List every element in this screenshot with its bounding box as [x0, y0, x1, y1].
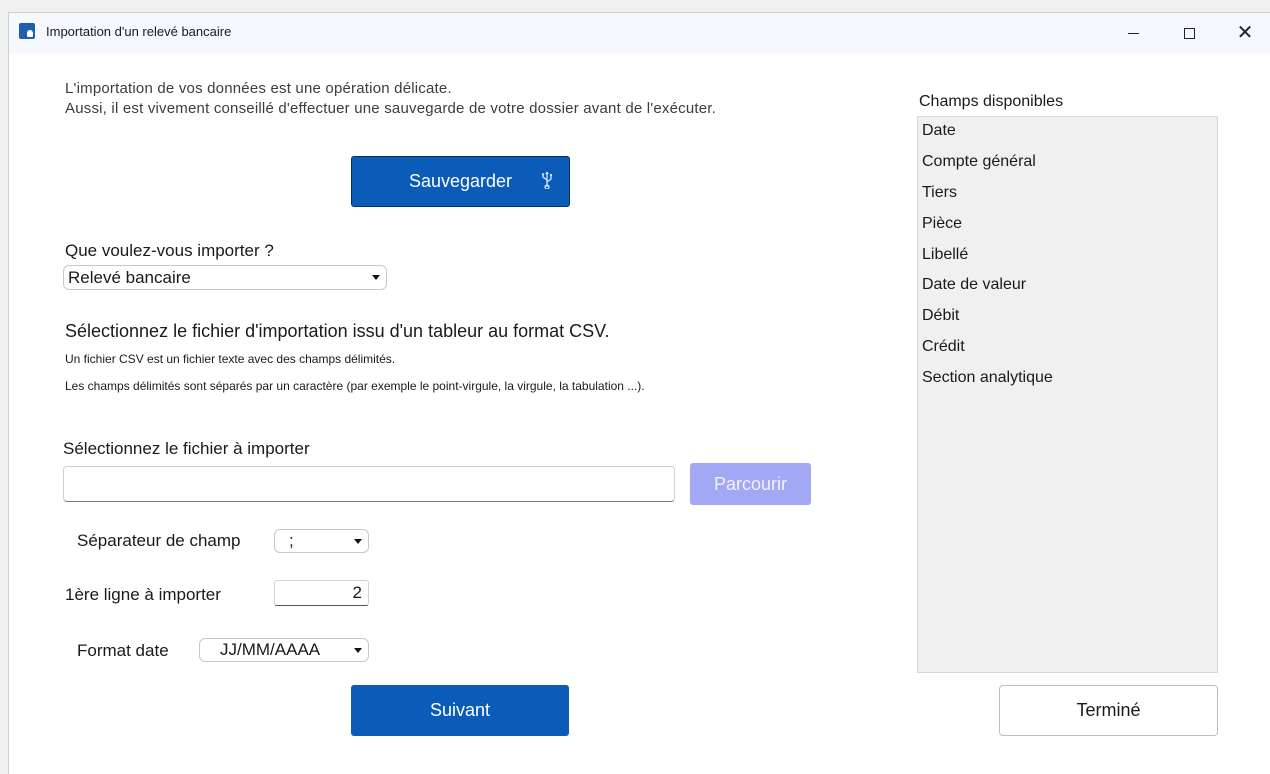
- first-line-label: 1ère ligne à importer: [65, 585, 221, 604]
- list-item[interactable]: Débit: [922, 307, 959, 325]
- save-button[interactable]: Sauvegarder: [351, 156, 570, 207]
- minimize-icon: [1127, 32, 1139, 34]
- list-item[interactable]: Date: [922, 122, 956, 140]
- import-type-select[interactable]: Relevé bancaire: [63, 265, 387, 290]
- list-item[interactable]: Section analytique: [922, 369, 1053, 387]
- minimize-button[interactable]: [1103, 13, 1163, 53]
- close-icon: ✕: [1236, 22, 1254, 44]
- list-item[interactable]: Compte général: [922, 153, 1036, 171]
- separator-select[interactable]: ;: [274, 529, 369, 553]
- date-format-value: JJ/MM/AAAA: [220, 640, 321, 659]
- available-fields-title: Champs disponibles: [919, 93, 1064, 110]
- maximize-button[interactable]: [1159, 13, 1219, 53]
- usb-icon: [541, 171, 553, 194]
- import-type-value: Relevé bancaire: [68, 267, 191, 287]
- file-label: Sélectionnez le fichier à importer: [63, 439, 310, 458]
- csv-note-1: Un fichier CSV est un fichier texte avec…: [65, 352, 396, 366]
- list-item[interactable]: Crédit: [922, 338, 965, 356]
- done-button[interactable]: Terminé: [999, 685, 1218, 736]
- bank-app-icon: [19, 23, 35, 39]
- next-button[interactable]: Suivant: [351, 685, 569, 736]
- file-path-input[interactable]: [63, 466, 675, 502]
- chevron-down-icon: [354, 648, 362, 653]
- available-fields-list[interactable]: Date Compte général Tiers Pièce Libellé …: [917, 116, 1218, 673]
- save-button-label: Sauvegarder: [408, 171, 513, 191]
- intro-text: L'importation de vos données est une opé…: [65, 79, 716, 119]
- maximize-icon: [1183, 27, 1195, 39]
- date-format-label: Format date: [77, 641, 169, 660]
- window-title: Importation d'un relevé bancaire: [46, 24, 232, 39]
- browse-button[interactable]: Parcourir: [690, 463, 811, 505]
- close-button[interactable]: ✕: [1215, 13, 1270, 53]
- import-window: Importation d'un relevé bancaire ✕ L'imp…: [8, 12, 1270, 774]
- date-format-select[interactable]: JJ/MM/AAAA: [199, 638, 369, 662]
- csv-note-2: Les champs délimités sont séparés par un…: [65, 379, 645, 393]
- intro-line-2: Aussi, il est vivement conseillé d'effec…: [65, 100, 717, 117]
- list-item[interactable]: Tiers: [922, 184, 957, 202]
- intro-line-1: L'importation de vos données est une opé…: [65, 80, 452, 97]
- list-item[interactable]: Pièce: [922, 215, 962, 233]
- list-item[interactable]: Libellé: [922, 246, 968, 264]
- separator-value: ;: [289, 531, 294, 550]
- title-bar: Importation d'un relevé bancaire ✕: [9, 13, 1270, 53]
- separator-label: Séparateur de champ: [77, 531, 241, 550]
- first-line-input[interactable]: 2: [274, 580, 369, 606]
- csv-heading: Sélectionnez le fichier d'importation is…: [65, 321, 610, 341]
- chevron-down-icon: [354, 539, 362, 544]
- import-type-label: Que voulez-vous importer ?: [65, 241, 274, 260]
- list-item[interactable]: Date de valeur: [922, 276, 1026, 294]
- chevron-down-icon: [372, 275, 380, 280]
